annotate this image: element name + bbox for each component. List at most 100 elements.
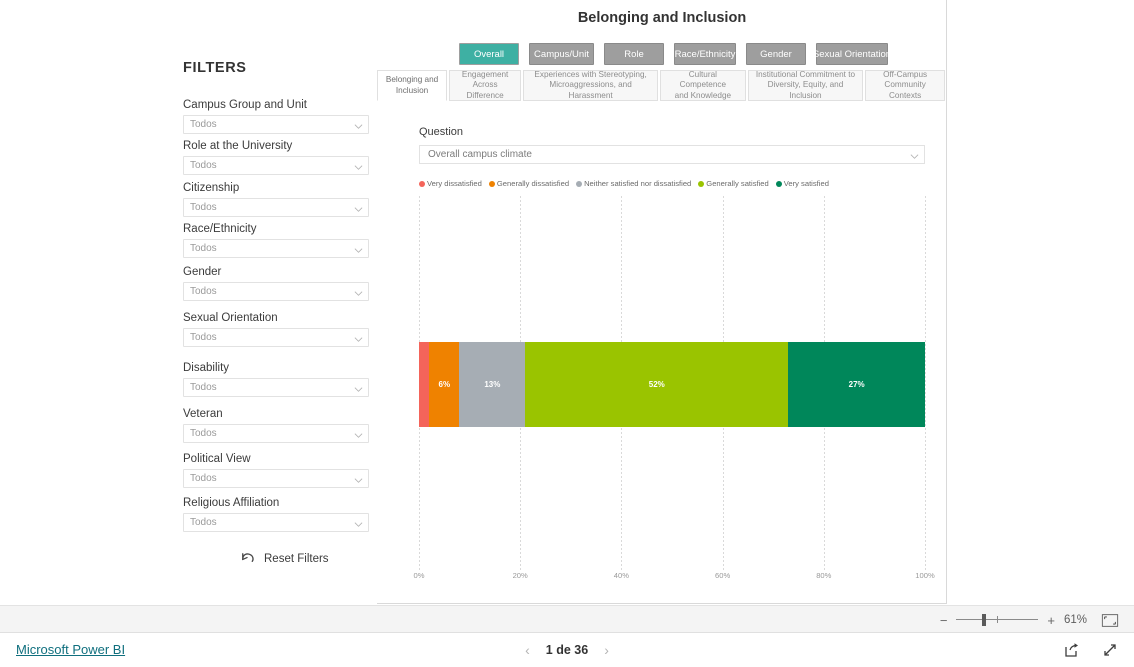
filter-group: Gender Todos — [183, 266, 369, 301]
question-dropdown[interactable]: Overall campus climate — [419, 145, 925, 164]
top-nav-buttons: Overall Campus/Unit Role Race/Ethnicity Gend… — [459, 43, 891, 65]
report-area: FILTERS Campus Group and Unit Todos Role a… — [0, 0, 1134, 605]
sub-tab-experiences-with-stereotyping-[interactable]: Experiences with Stereotyping, Microaggre… — [523, 70, 659, 101]
zoom-in-button[interactable]: + — [1047, 614, 1055, 627]
filter-dropdown-value: Todos — [190, 332, 217, 343]
sub-tab-strip: Belonging and Inclusion Engagement Across D… — [377, 70, 947, 103]
filter-dropdown[interactable]: Todos — [183, 469, 369, 488]
filter-label: Campus Group and Unit — [183, 99, 308, 111]
legend-label: Very satisfied — [783, 179, 829, 188]
reset-filters-button[interactable]: Reset Filters — [238, 549, 329, 568]
legend-swatch-icon — [698, 180, 705, 187]
zoom-slider-midpoint-tick — [997, 616, 999, 623]
bar-segment-label: 52% — [648, 380, 665, 389]
stacked-bar[interactable]: 6% 13% 52% 27% — [419, 342, 925, 427]
bar-segment[interactable]: 6% — [429, 342, 460, 427]
legend-label: Generally dissatisfied — [496, 179, 570, 188]
filter-dropdown[interactable]: Todos — [183, 115, 369, 134]
sub-tab-label-line1: Engagement — [461, 69, 509, 79]
filter-dropdown-value: Todos — [190, 286, 217, 297]
x-axis-tick-label: 80% — [816, 571, 832, 580]
legend-item[interactable]: Generally satisfied — [698, 179, 769, 188]
fit-to-page-icon[interactable] — [1101, 613, 1119, 628]
x-axis-tick-label: 40% — [613, 571, 629, 580]
legend-swatch-icon — [775, 180, 782, 187]
bar-segment[interactable] — [419, 342, 430, 427]
nav-button-overall[interactable]: Overall — [459, 43, 519, 65]
nav-button-role[interactable]: Role — [604, 43, 664, 65]
filter-dropdown[interactable]: Todos — [183, 239, 369, 258]
sub-tab-institutional-commitment-to[interactable]: Institutional Commitment to Diversity, Eq… — [747, 69, 864, 101]
sub-tab-label-line2: Microaggressions, and Harassment — [549, 80, 632, 100]
filter-dropdown[interactable]: Todos — [183, 282, 369, 301]
chart-plot-area: 6% 13% 52% 27% — [419, 196, 926, 571]
legend-item[interactable]: Very satisfied — [775, 179, 829, 188]
zoom-out-button[interactable]: − — [940, 614, 948, 627]
nav-button-gender[interactable]: Gender — [746, 43, 806, 65]
filter-group: Campus Group and Unit Todos — [183, 99, 369, 134]
chevron-down-icon — [354, 289, 363, 297]
filter-group: Citizenship Todos — [183, 182, 369, 217]
chart-legend: Very dissatisfied Generally dissatisfied N… — [419, 179, 832, 188]
chevron-down-icon — [354, 385, 363, 393]
share-icon[interactable] — [1064, 642, 1080, 658]
filter-group: Sexual Orientation Todos — [183, 312, 369, 347]
fullscreen-icon[interactable] — [1102, 642, 1118, 658]
nav-button-campus-unit[interactable]: Campus/Unit — [529, 43, 594, 65]
bar-segment[interactable]: 13% — [459, 342, 526, 427]
filter-label: Race/Ethnicity — [183, 223, 257, 235]
legend-item[interactable]: Very dissatisfied — [419, 179, 482, 188]
filter-dropdown[interactable]: Todos — [183, 424, 369, 443]
legend-item[interactable]: Neither satisfied nor dissatisfied — [576, 179, 691, 188]
bar-segment-label: 13% — [484, 380, 501, 389]
filters-heading: FILTERS — [183, 60, 247, 76]
filter-dropdown-value: Todos — [190, 160, 217, 171]
filter-dropdown[interactable]: Todos — [183, 513, 369, 532]
zoom-toolbar: − + 61% — [0, 605, 1134, 633]
sub-tab-label-line1: Off-Campus — [883, 69, 928, 79]
zoom-slider-thumb[interactable] — [982, 614, 987, 626]
sub-tab-off-campus[interactable]: Off-Campus Community Contexts — [865, 69, 946, 101]
filter-dropdown-value: Todos — [190, 473, 217, 484]
filter-dropdown[interactable]: Todos — [183, 198, 369, 217]
sub-tab-label-line2: Across Difference — [466, 80, 504, 100]
sub-tab-belonging-and[interactable]: Belonging and Inclusion — [377, 70, 448, 101]
sub-tab-label-line2: Inclusion — [395, 85, 429, 95]
zoom-slider[interactable] — [956, 613, 1039, 627]
sub-tab-engagement[interactable]: Engagement Across Difference — [449, 69, 522, 101]
filter-dropdown[interactable]: Todos — [183, 328, 369, 347]
filter-label: Sexual Orientation — [183, 312, 278, 324]
bar-segment[interactable]: 27% — [788, 342, 925, 427]
nav-button-race-ethnicity[interactable]: Race/Ethnicity — [674, 43, 736, 65]
question-label: Question — [419, 126, 464, 138]
filter-label: Political View — [183, 453, 251, 465]
bar-segment-label: 6% — [438, 380, 451, 389]
chevron-down-icon — [910, 152, 919, 160]
chevron-down-icon — [354, 246, 363, 254]
filter-dropdown-value: Todos — [190, 119, 217, 130]
sub-tab-label-line2: Community Contexts — [884, 80, 926, 100]
page-navigation: ‹ 1 de 36 › — [0, 633, 1134, 667]
filter-dropdown[interactable]: Todos — [183, 378, 369, 397]
filter-label: Role at the University — [183, 140, 293, 152]
legend-item[interactable]: Generally dissatisfied — [488, 179, 570, 188]
chevron-left-icon[interactable]: ‹ — [525, 642, 530, 658]
gridline — [925, 196, 926, 571]
filter-dropdown-value: Todos — [190, 202, 217, 213]
chevron-down-icon — [354, 335, 363, 343]
nav-button-sexual-orientation[interactable]: Sexual Orientation — [813, 43, 891, 65]
filter-label: Veteran — [183, 408, 223, 420]
filter-dropdown[interactable]: Todos — [183, 156, 369, 175]
chart-x-axis: 0% 20% 40% 60% 80% 100% — [414, 571, 935, 585]
chevron-right-icon[interactable]: › — [604, 642, 609, 658]
filter-dropdown-value: Todos — [190, 243, 217, 254]
sub-tab-cultural-competence[interactable]: Cultural Competence and Knowledge — [660, 70, 746, 101]
x-axis-tick-label: 100% — [915, 571, 935, 580]
legend-label: Neither satisfied nor dissatisfied — [584, 179, 692, 188]
x-axis-tick-label: 0% — [413, 571, 425, 580]
sub-tab-label-line1: Institutional Commitment to — [755, 69, 856, 79]
filter-group: Disability Todos — [183, 362, 369, 397]
x-axis-tick-label: 20% — [512, 571, 528, 580]
reset-filters-label: Reset Filters — [264, 552, 329, 565]
bar-segment[interactable]: 52% — [525, 342, 789, 427]
